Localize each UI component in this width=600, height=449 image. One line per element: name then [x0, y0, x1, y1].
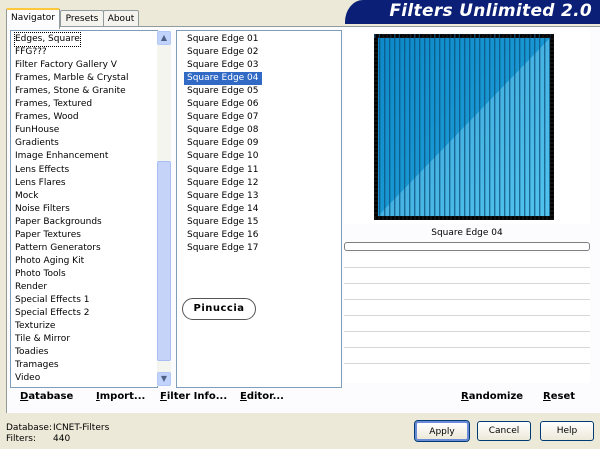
chevron-down-icon[interactable]: ▼: [157, 372, 171, 386]
chevron-up-icon[interactable]: ▲: [157, 31, 171, 45]
filter-item[interactable]: Square Edge 16: [184, 229, 262, 242]
category-item[interactable]: Texturize: [15, 320, 55, 333]
filter-item[interactable]: Square Edge 12: [184, 177, 262, 190]
cancel-button[interactable]: Cancel: [477, 421, 531, 441]
parameter-row: [344, 283, 590, 284]
category-list[interactable]: Edges, Square FFG??? Filter Factory Galler…: [10, 30, 158, 388]
status-database-value: ICNET-Filters: [53, 423, 110, 433]
category-item[interactable]: Toadies: [15, 346, 48, 359]
category-item[interactable]: Gradients: [15, 137, 59, 150]
category-item[interactable]: Lens Flares: [15, 177, 66, 190]
editor-button[interactable]: Editor...: [240, 391, 284, 402]
scrollbar-thumb[interactable]: [157, 161, 171, 361]
category-item[interactable]: Noise Filters: [15, 203, 70, 216]
help-button[interactable]: Help: [540, 421, 594, 441]
category-item[interactable]: Frames, Marble & Crystal: [15, 72, 128, 85]
filter-item[interactable]: Square Edge 06: [184, 98, 262, 111]
preview-image: [344, 30, 590, 224]
category-item[interactable]: Lens Effects: [15, 164, 69, 177]
filter-item[interactable]: Square Edge 17: [184, 242, 262, 255]
category-item[interactable]: Special Effects 2: [15, 307, 89, 320]
preview-slider[interactable]: [344, 242, 590, 251]
category-item[interactable]: Render: [15, 281, 47, 294]
parameter-row: [344, 315, 590, 316]
watermark-logo: Pinuccia: [182, 298, 256, 320]
status-database-label: Database:: [6, 423, 52, 433]
parameter-area: [344, 253, 590, 383]
category-item[interactable]: Tramages: [15, 359, 59, 372]
tab-presets[interactable]: Presets: [60, 10, 104, 27]
category-item[interactable]: Pattern Generators: [15, 242, 101, 255]
category-item[interactable]: Mock: [15, 190, 38, 203]
category-item[interactable]: Video: [15, 372, 40, 385]
category-item[interactable]: Special Effects 1: [15, 294, 89, 307]
parameter-row: [344, 331, 590, 332]
category-item[interactable]: Frames, Stone & Granite: [15, 85, 126, 98]
category-item[interactable]: Image Enhancement: [15, 150, 108, 163]
preview-filter-name: Square Edge 04: [431, 228, 503, 238]
category-item[interactable]: Frames, Wood: [15, 111, 79, 124]
reset-button[interactable]: Reset: [543, 391, 575, 402]
import-button[interactable]: Import...: [96, 391, 145, 402]
filter-item[interactable]: Square Edge 05: [184, 85, 262, 98]
category-item[interactable]: Filter Factory Gallery V: [15, 59, 117, 72]
category-item[interactable]: Photo Aging Kit: [15, 255, 84, 268]
parameter-row: [344, 267, 590, 268]
filter-item[interactable]: Square Edge 08: [184, 124, 262, 137]
tab-navigator[interactable]: Navigator: [6, 8, 60, 29]
filter-item[interactable]: Square Edge 03: [184, 59, 262, 72]
apply-button[interactable]: Apply: [414, 420, 470, 442]
filter-item[interactable]: Square Edge 13: [184, 190, 262, 203]
filter-item[interactable]: Square Edge 02: [184, 46, 262, 59]
filter-item[interactable]: Square Edge 07: [184, 111, 262, 124]
filter-list[interactable]: Square Edge 01 Square Edge 02 Square Edge …: [176, 30, 342, 388]
category-item[interactable]: FunHouse: [15, 124, 59, 137]
title-banner: Filters Unlimited 2.0: [345, 0, 600, 24]
category-item[interactable]: Edges, Square: [14, 32, 81, 47]
parameter-row: [344, 299, 590, 300]
parameter-row: [344, 363, 590, 364]
filter-info-button[interactable]: Filter Info...: [160, 391, 227, 402]
filter-item[interactable]: Square Edge 14: [184, 203, 262, 216]
category-scrollbar[interactable]: ▲ ▼: [157, 31, 171, 386]
app-title: Filters Unlimited 2.0: [389, 1, 592, 21]
filter-item[interactable]: Square Edge 10: [184, 150, 262, 163]
filter-item[interactable]: Square Edge 11: [184, 164, 262, 177]
parameter-row: [344, 347, 590, 348]
category-item[interactable]: FFG???: [15, 46, 47, 59]
filter-item[interactable]: Square Edge 09: [184, 137, 262, 150]
category-item[interactable]: Photo Tools: [15, 268, 66, 281]
database-button[interactable]: Database: [20, 391, 73, 402]
status-filters-label: Filters:: [6, 434, 37, 444]
filter-item[interactable]: Square Edge 01: [184, 33, 262, 46]
category-item[interactable]: Paper Backgrounds: [15, 216, 102, 229]
filter-item[interactable]: Square Edge 04: [184, 72, 262, 86]
category-item[interactable]: Frames, Textured: [15, 98, 92, 111]
category-item[interactable]: Tile & Mirror: [15, 333, 70, 346]
tab-about[interactable]: About: [103, 10, 139, 27]
status-filters-value: 440: [53, 434, 71, 444]
filter-item[interactable]: Square Edge 15: [184, 216, 262, 229]
preview-thumbnail: [374, 34, 554, 220]
randomize-button[interactable]: Randomize: [461, 391, 523, 402]
category-item[interactable]: Paper Textures: [15, 229, 81, 242]
